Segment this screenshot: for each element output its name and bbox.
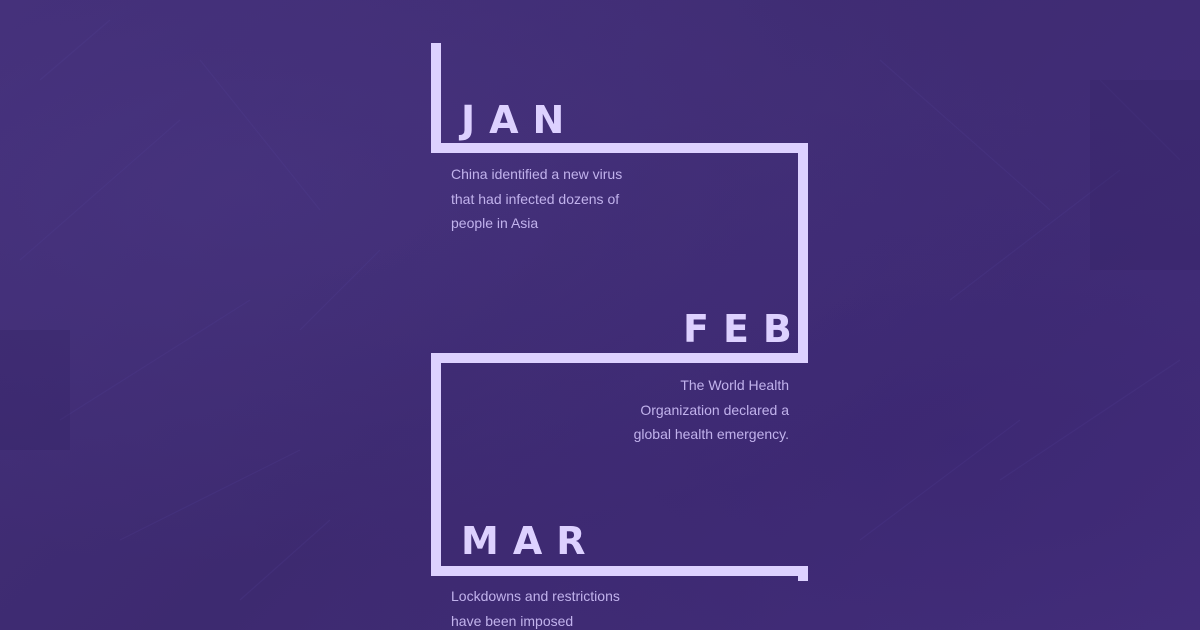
event-description-line: that had infected dozens of: [451, 190, 620, 207]
event-description-line: have been imposed: [451, 612, 574, 629]
event-description-line: people in Asia: [451, 215, 539, 231]
event-description-line: global health emergency.: [633, 426, 789, 442]
month-label-mar: MAR: [461, 519, 600, 563]
event-description-feb: The World Health Organization declared a…: [617, 373, 789, 447]
event-description-line: Lockdowns and restrictions: [451, 588, 620, 604]
event-description-jan: China identified a new virus that had in…: [451, 162, 623, 236]
event-description-line: The World Health: [680, 377, 789, 393]
event-description-line: Organization declared a: [640, 401, 789, 418]
timeline-line: [431, 43, 808, 581]
timeline-canvas: JAN China identified a new virus that ha…: [0, 0, 1200, 630]
month-label-feb: FEB: [683, 307, 806, 351]
event-description-line: China identified a new virus: [451, 166, 623, 182]
month-label-jan: JAN: [461, 98, 579, 142]
event-description-mar: Lockdowns and restrictions have been imp…: [451, 584, 623, 630]
